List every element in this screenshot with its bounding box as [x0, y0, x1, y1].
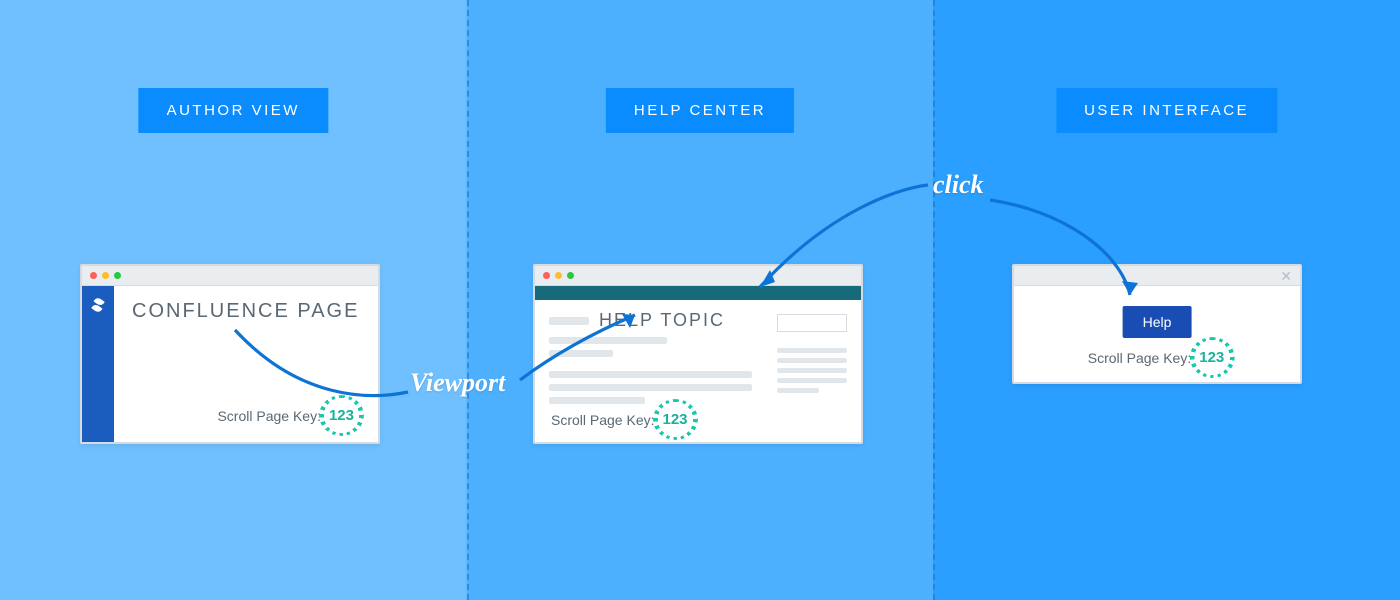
confluence-logo-icon: [89, 296, 107, 319]
traffic-light-close-icon: [90, 272, 97, 279]
traffic-light-minimize-icon: [555, 272, 562, 279]
confluence-sidebar: [82, 286, 114, 442]
scroll-page-key-badge: Scroll Page Key: 123: [1088, 345, 1227, 370]
scroll-page-key-label: Scroll Page Key:: [551, 412, 655, 428]
search-box-placeholder: [777, 314, 847, 332]
window-titlebar: [535, 266, 861, 286]
text-placeholder: [549, 397, 645, 404]
traffic-light-zoom-icon: [567, 272, 574, 279]
text-placeholder: [549, 350, 613, 357]
annotation-click: click: [933, 170, 984, 200]
window-titlebar: ✕: [1014, 266, 1300, 286]
window-titlebar: [82, 266, 378, 286]
help-topic-title: HELP TOPIC: [599, 310, 725, 331]
column-label-help-center: HELP CENTER: [606, 88, 794, 133]
column-divider: [933, 0, 935, 600]
traffic-light-close-icon: [543, 272, 550, 279]
confluence-page-title: CONFLUENCE PAGE: [132, 300, 360, 323]
scroll-page-key-value: 123: [1197, 345, 1226, 370]
text-placeholder: [549, 337, 667, 344]
text-placeholder: [549, 384, 752, 391]
sidebar-link-placeholder: [777, 358, 847, 363]
scroll-page-key-label: Scroll Page Key:: [217, 408, 321, 424]
traffic-light-minimize-icon: [102, 272, 109, 279]
sidebar-link-placeholder: [777, 378, 847, 383]
scroll-page-key-label: Scroll Page Key:: [1088, 350, 1192, 366]
help-center-window: HELP TOPIC Scroll Page Key: 123: [533, 264, 863, 444]
text-placeholder: [549, 371, 752, 378]
traffic-light-zoom-icon: [114, 272, 121, 279]
help-button[interactable]: Help: [1123, 306, 1192, 338]
breadcrumb-placeholder: [549, 317, 589, 325]
sidebar-link-placeholder: [777, 368, 847, 373]
column-divider: [467, 0, 469, 600]
annotation-viewport: Viewport: [410, 368, 505, 398]
sidebar-link-placeholder: [777, 388, 819, 393]
scroll-page-key-value: 123: [661, 407, 690, 432]
confluence-window: CONFLUENCE PAGE Scroll Page Key: 123: [80, 264, 380, 444]
scroll-page-key-value: 123: [327, 403, 356, 428]
column-label-author-view: AUTHOR VIEW: [139, 88, 328, 133]
ui-panel-window: ✕ Help Scroll Page Key: 123: [1012, 264, 1302, 384]
help-center-header-bar: [535, 286, 861, 300]
sidebar-link-placeholder: [777, 348, 847, 353]
scroll-page-key-badge: Scroll Page Key: 123: [551, 407, 690, 432]
scroll-page-key-badge: Scroll Page Key: 123: [217, 403, 356, 428]
column-label-user-interface: USER INTERFACE: [1056, 88, 1277, 133]
close-icon[interactable]: ✕: [1280, 269, 1292, 283]
